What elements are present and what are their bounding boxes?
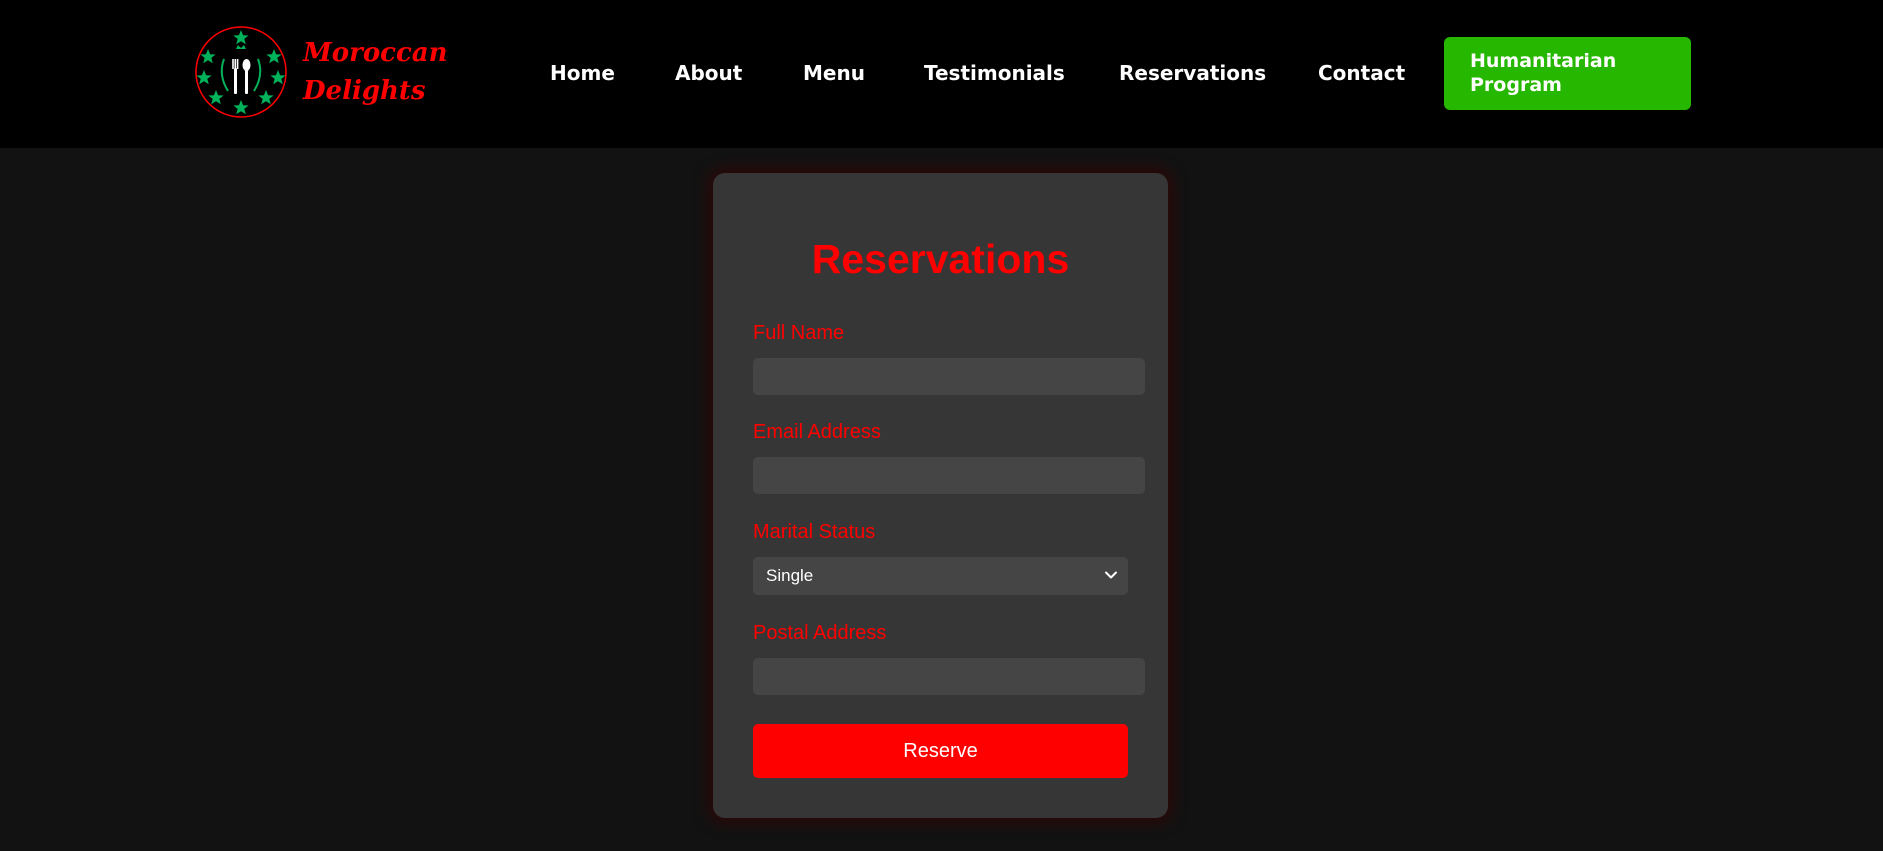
nav-item-reservations[interactable]: Reservations xyxy=(1119,60,1266,86)
brand-name[interactable]: Moroccan Delights xyxy=(303,34,448,110)
reservation-form-card: Reservations Full Name Email Address Mar… xyxy=(713,173,1168,818)
top-navigation-bar: Moroccan Delights Home About Menu Testim… xyxy=(0,0,1883,148)
nav-item-testimonials[interactable]: Testimonials xyxy=(924,60,1065,86)
reserve-button[interactable]: Reserve xyxy=(753,724,1128,778)
email-label: Email Address xyxy=(753,421,881,443)
postal-address-label: Postal Address xyxy=(753,622,887,644)
marital-status-select[interactable]: Single xyxy=(753,557,1128,595)
full-name-input[interactable] xyxy=(753,358,1145,395)
nav-item-home[interactable]: Home xyxy=(550,60,615,86)
chevron-down-icon xyxy=(1105,571,1117,579)
full-name-label: Full Name xyxy=(753,322,845,344)
email-input[interactable] xyxy=(753,457,1145,494)
marital-status-value: Single xyxy=(766,566,814,585)
brand-line-2: Delights xyxy=(303,76,426,106)
star-wreath-utensils-icon xyxy=(195,26,287,118)
form-title: Reservations xyxy=(811,236,1070,282)
postal-address-input[interactable] xyxy=(753,658,1145,695)
marital-status-label: Marital Status xyxy=(753,521,876,543)
brand-line-1: Moroccan xyxy=(303,38,448,68)
nav-item-menu[interactable]: Menu xyxy=(803,60,865,86)
logo-icon[interactable] xyxy=(194,25,288,119)
nav-item-contact[interactable]: Contact xyxy=(1318,60,1405,86)
humanitarian-program-button[interactable]: Humanitarian Program xyxy=(1444,37,1691,110)
nav-item-about[interactable]: About xyxy=(675,60,742,86)
